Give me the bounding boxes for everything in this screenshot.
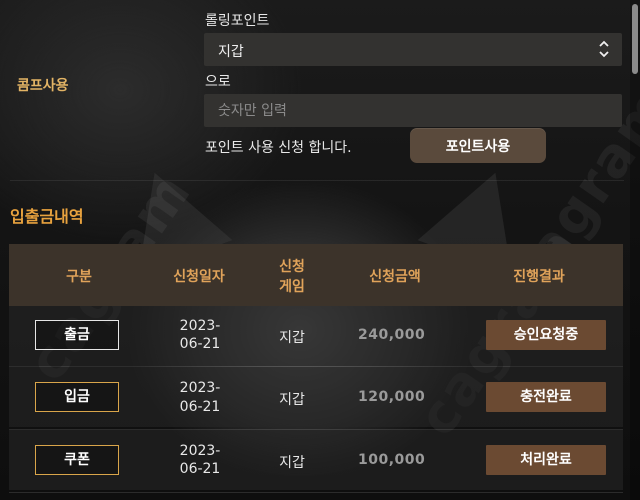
row-date-line1: 2023- [179, 443, 221, 459]
header-amount: 신청금액 [369, 269, 421, 285]
comp-use-label: 콤프사용 [17, 78, 69, 94]
row-game: 지갑 [279, 392, 305, 408]
point-amount-input[interactable] [204, 94, 622, 127]
row-date-line1: 2023- [179, 318, 221, 334]
row-divider [9, 492, 623, 493]
header-result: 진행결과 [513, 269, 565, 285]
row-date-line2: 06-21 [179, 336, 221, 352]
row-game: 지갑 [279, 455, 305, 471]
apply-description: 포인트 사용 신청 합니다. [205, 140, 352, 156]
type-badge-coupon: 쿠폰 [35, 445, 119, 475]
header-date: 신청일자 [173, 269, 225, 285]
type-badge-withdraw: 출금 [35, 320, 119, 350]
row-game: 지갑 [279, 330, 305, 346]
row-date-line1: 2023- [179, 380, 221, 396]
row-amount: 120,000 [358, 389, 426, 405]
history-table-header: 구분 신청일자 신청 게임 신청금액 진행결과 [9, 244, 623, 306]
header-game-line1: 신청 [279, 259, 305, 275]
chevron-up-down-icon [598, 38, 610, 62]
header-type: 구분 [66, 269, 92, 285]
section-divider [10, 180, 624, 181]
rolling-point-label: 롤링포인트 [205, 13, 270, 29]
row-amount: 240,000 [358, 327, 426, 343]
wallet-select-value: 지갑 [218, 44, 244, 60]
wallet-select[interactable]: 지갑 [204, 33, 622, 66]
row-amount: 100,000 [358, 452, 426, 468]
use-point-button[interactable]: 포인트사용 [410, 128, 546, 163]
header-game-line2: 게임 [279, 279, 305, 295]
type-badge-deposit: 입금 [35, 382, 119, 412]
row-date-line2: 06-21 [179, 461, 221, 477]
scrollbar-thumb[interactable] [632, 4, 638, 74]
row-date-line2: 06-21 [179, 399, 221, 415]
status-badge[interactable]: 승인요청중 [486, 320, 606, 350]
status-badge[interactable]: 처리완료 [486, 445, 606, 475]
to-label: 으로 [205, 74, 231, 90]
page-scrollbar[interactable] [630, 0, 640, 500]
history-title: 입출금내역 [10, 207, 84, 226]
status-badge[interactable]: 충전완료 [486, 382, 606, 412]
